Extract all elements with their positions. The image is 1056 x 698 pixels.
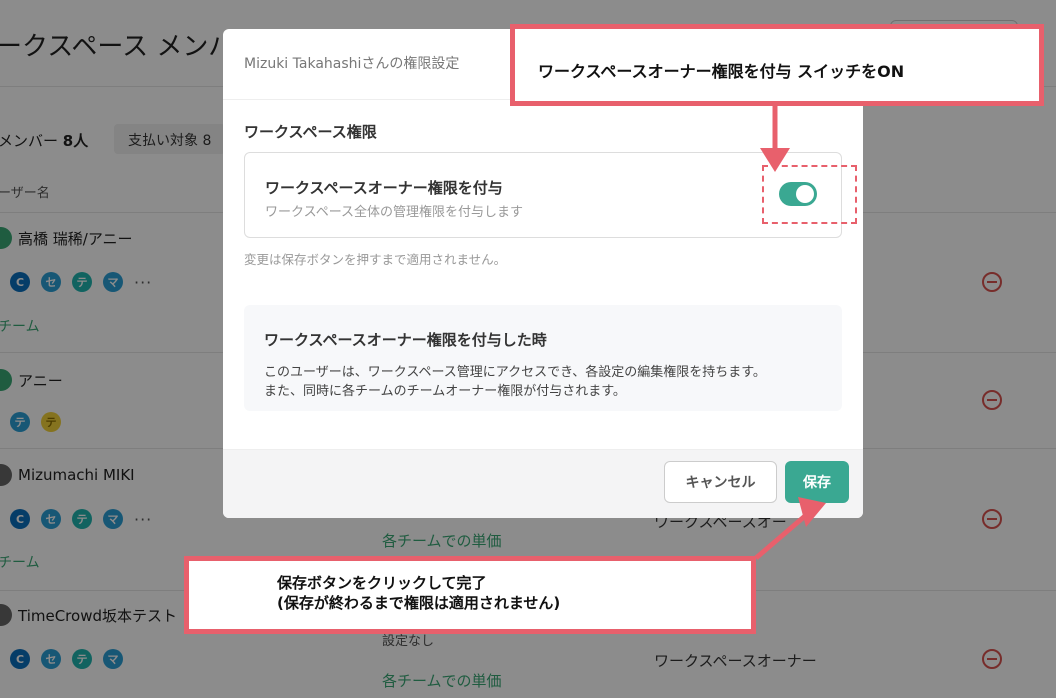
modal-footer: キャンセル 保存 [223, 449, 863, 518]
callout-line: (保存が終わるまで権限は適用されません) [277, 594, 561, 612]
cancel-button[interactable]: キャンセル [664, 461, 777, 503]
permission-label: ワークスペースオーナー権限を付与 [265, 179, 503, 197]
save-button[interactable]: 保存 [785, 461, 849, 503]
section-title: ワークスペース権限 [244, 123, 377, 141]
info-text-line: このユーザーは、ワークスペース管理にアクセスでき、各設定の編集権限を持ちます。 [264, 365, 766, 380]
modal-title: Mizuki Takahashiさんの権限設定 [244, 56, 460, 72]
save-note: 変更は保存ボタンを押すまで適用されません。 [244, 252, 507, 267]
permission-description: ワークスペース全体の管理権限を付与します [265, 205, 524, 220]
owner-permission-card: ワークスペースオーナー権限を付与 ワークスペース全体の管理権限を付与します [244, 152, 857, 238]
instruction-callout-save: 保存ボタンをクリックして完了 (保存が終わるまで権限は適用されません) [184, 556, 756, 634]
info-panel: ワークスペースオーナー権限を付与した時 このユーザーは、ワークスペース管理にアク… [244, 305, 842, 411]
info-title: ワークスペースオーナー権限を付与した時 [264, 331, 547, 349]
callout-line: 保存ボタンをクリックして完了 [277, 574, 487, 592]
instruction-callout-toggle: ワークスペースオーナー権限を付与 スイッチをON [510, 24, 1044, 106]
toggle-highlight-box [762, 165, 857, 224]
info-text-line: また、同時に各チームのチームオーナー権限が付与されます。 [264, 384, 626, 399]
